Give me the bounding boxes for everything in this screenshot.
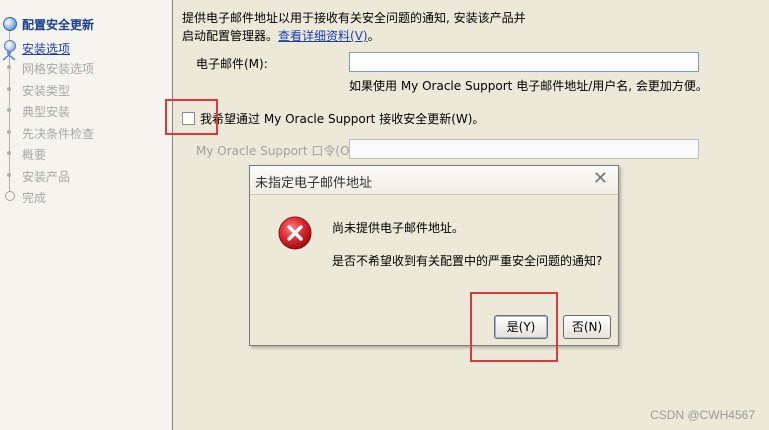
description-suffix: 。 — [367, 29, 380, 43]
password-label: My Oracle Support 口令(O): — [196, 144, 359, 158]
final-step-icon — [5, 191, 15, 201]
dialog-message-1: 尚未提供电子邮件地址。 — [332, 221, 465, 235]
email-not-specified-dialog: 未指定电子邮件地址 ✕ 尚未提供电子邮件地址。 是否不希望收到有关配置中的严重安… — [249, 165, 619, 346]
sidebar-step-configure-security[interactable]: 配置安全更新 — [22, 16, 94, 33]
step-sidebar: 配置安全更新 安装选项 网格安装选项 安装类型 典型安装 先决条件检查 概要 安… — [0, 0, 173, 430]
step-dot-icon — [7, 151, 11, 155]
step-dot-icon — [7, 65, 11, 69]
email-label: 电子邮件(M): — [196, 57, 268, 71]
done-step-icon — [4, 40, 16, 52]
sidebar-step-install-options[interactable]: 安装选项 — [22, 40, 70, 57]
sidebar-step-install-type: 安装类型 — [22, 84, 71, 98]
yes-button[interactable]: 是(Y) — [494, 315, 548, 339]
dialog-message-2: 是否不希望收到有关配置中的严重安全问题的通知? — [332, 254, 603, 268]
close-icon[interactable]: ✕ — [593, 169, 608, 189]
watermark: CSDN @CWH4567 — [650, 408, 755, 422]
step-dot-icon — [7, 108, 11, 112]
sidebar-step-typical-install: 典型安装 — [22, 105, 71, 119]
description-line-2: 启动配置管理器。查看详细资料(V)。 — [182, 27, 602, 45]
description-line-1: 提供电子邮件地址以用于接收有关安全问题的通知, 安装该产品并 — [182, 11, 526, 25]
person-step-icon — [2, 51, 16, 61]
step-dot-icon — [7, 130, 11, 134]
sidebar-step-finish: 完成 — [22, 191, 47, 205]
error-icon — [278, 216, 312, 250]
sidebar-step-install-product: 安装产品 — [22, 170, 71, 184]
step-dot-icon — [7, 173, 11, 177]
dialog-title: 未指定电子邮件地址 — [255, 176, 373, 191]
email-input[interactable] — [349, 52, 699, 72]
security-updates-checkbox-label[interactable]: 我希望通过 My Oracle Support 接收安全更新(W)。 — [200, 110, 484, 127]
sidebar-step-prereq-check: 先决条件检查 — [22, 127, 95, 141]
sidebar-step-summary: 概要 — [22, 148, 47, 162]
page-description: 提供电子邮件地址以用于接收有关安全问题的通知, 安装该产品并 启动配置管理器。查… — [182, 9, 602, 45]
sidebar-step-grid-install-options: 网格安装选项 — [22, 62, 95, 76]
password-input[interactable] — [349, 139, 699, 159]
step-dot-icon — [7, 87, 11, 91]
current-step-icon — [3, 17, 17, 31]
dialog-titlebar: 未指定电子邮件地址 ✕ — [250, 166, 618, 195]
no-button[interactable]: 否(N) — [563, 315, 611, 339]
view-details-link[interactable]: 查看详细资料(V) — [278, 29, 368, 43]
email-hint: 如果使用 My Oracle Support 电子邮件地址/用户名, 会更加方便… — [349, 79, 708, 93]
security-updates-checkbox[interactable] — [182, 112, 195, 125]
description-prefix: 启动配置管理器。 — [182, 29, 279, 43]
